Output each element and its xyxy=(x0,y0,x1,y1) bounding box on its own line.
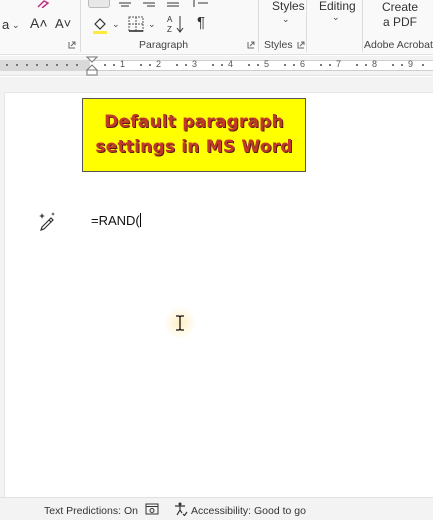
ruler-tick xyxy=(221,64,223,66)
ruler-number: 4 xyxy=(228,59,234,69)
ruler-tick xyxy=(113,64,115,66)
svg-text:A: A xyxy=(167,15,173,24)
ruler-number: 5 xyxy=(264,59,270,69)
svg-text:Z: Z xyxy=(167,25,172,34)
ruler-number: 9 xyxy=(408,59,414,69)
ribbon: a ⌄ A˄ A˅ ⌄ ⌄ AZ ¶ Paragraph Styles ⌄ St… xyxy=(0,0,433,55)
title-line-1: Default paragraph xyxy=(104,111,284,132)
formula-line[interactable]: =RAND( xyxy=(91,213,141,228)
chevron-down-icon[interactable]: ⌄ xyxy=(148,20,156,29)
ruler-tick xyxy=(248,64,250,66)
ribbon-separator xyxy=(258,0,259,52)
ibeam-cursor-icon xyxy=(176,315,184,331)
sort-icon[interactable]: AZ xyxy=(167,14,185,34)
formula-text: =RAND( xyxy=(91,213,140,228)
ruler-tick xyxy=(104,64,106,66)
accessibility-status[interactable]: Accessibility: Good to go xyxy=(191,505,306,517)
ruler-number: 7 xyxy=(336,59,342,69)
ribbon-separator xyxy=(362,0,363,52)
borders-icon[interactable] xyxy=(128,16,144,32)
ribbon-separator xyxy=(80,0,81,52)
grow-font-button[interactable]: A˄ xyxy=(30,16,48,30)
chevron-down-icon[interactable]: ⌄ xyxy=(12,21,20,30)
title-text-box[interactable]: Default paragraph settings in MS Word xyxy=(82,98,306,172)
copilot-draft-pen-icon[interactable] xyxy=(38,211,56,231)
mouse-cursor-highlight xyxy=(165,306,195,340)
highlight-pen-icon[interactable] xyxy=(36,0,50,8)
adobe-acrobat-group-label: Adobe Acrobat xyxy=(364,39,433,51)
ruler-tick xyxy=(320,64,322,66)
title-line-2: settings in MS Word xyxy=(95,137,293,157)
ruler-tick xyxy=(185,64,187,66)
ruler-tick xyxy=(26,64,28,66)
shrink-font-button[interactable]: A˅ xyxy=(55,17,71,30)
text-caret xyxy=(139,213,141,227)
indent-marker-icon[interactable] xyxy=(86,56,98,76)
chevron-down-icon[interactable]: ⌄ xyxy=(112,20,120,29)
chevron-down-icon[interactable]: ⌄ xyxy=(332,13,340,22)
status-bar: Text Predictions: On Accessibility: Good… xyxy=(0,497,433,520)
ruler-tick xyxy=(293,64,295,66)
ruler-tick xyxy=(365,64,367,66)
ruler-tick xyxy=(176,64,178,66)
ruler-tick xyxy=(356,64,358,66)
ruler-number: 6 xyxy=(300,59,306,69)
ruler-tick xyxy=(422,64,424,66)
ruler-tick xyxy=(257,64,259,66)
styles-button[interactable]: Styles xyxy=(272,0,305,12)
horizontal-ruler[interactable]: 1 2 3 4 5 6 7 8 9 xyxy=(0,56,433,76)
ruler-tick xyxy=(401,64,403,66)
ruler-tick xyxy=(329,64,331,66)
ruler-tick xyxy=(149,64,151,66)
dialog-launcher-icon[interactable] xyxy=(68,41,76,49)
paragraph-group-label: Paragraph xyxy=(139,39,189,51)
create-pdf-label-1[interactable]: Create xyxy=(382,1,418,13)
styles-group-label: Styles xyxy=(264,39,293,51)
ruler-number: 1 xyxy=(120,59,126,69)
ruler-tick xyxy=(36,64,38,66)
line-spacing-icon[interactable] xyxy=(192,0,210,8)
create-pdf-label-2[interactable]: a PDF xyxy=(383,16,417,28)
ruler-tick xyxy=(16,64,18,66)
align-right-icon[interactable] xyxy=(142,0,156,8)
shading-bucket-icon[interactable] xyxy=(92,16,108,34)
dialog-launcher-icon[interactable] xyxy=(247,41,255,49)
ruler-tick xyxy=(66,64,68,66)
ruler-tick xyxy=(392,64,394,66)
ruler-tick xyxy=(46,64,48,66)
ruler-number: 3 xyxy=(192,59,198,69)
focus-mode-icon[interactable] xyxy=(145,503,159,515)
editing-button[interactable]: Editing xyxy=(319,0,356,12)
ruler-tick xyxy=(6,64,8,66)
chevron-down-icon[interactable]: ⌄ xyxy=(282,15,290,24)
text-predictions-status[interactable]: Text Predictions: On xyxy=(44,505,138,517)
ruler-number: 8 xyxy=(372,59,378,69)
ruler-tick xyxy=(140,64,142,66)
ruler-tick xyxy=(284,64,286,66)
ruler-number: 2 xyxy=(156,59,162,69)
ribbon-separator xyxy=(306,0,307,52)
align-left-button[interactable] xyxy=(88,0,110,8)
ruler-tick xyxy=(76,64,78,66)
dialog-launcher-icon[interactable] xyxy=(297,41,305,49)
ruler-tick xyxy=(212,64,214,66)
ruler-tick xyxy=(56,64,58,66)
font-name-partial[interactable]: a xyxy=(2,18,9,31)
accessibility-icon[interactable] xyxy=(174,502,188,516)
show-formatting-pilcrow[interactable]: ¶ xyxy=(197,15,205,30)
align-center-icon[interactable] xyxy=(118,0,132,8)
justify-icon[interactable] xyxy=(166,0,180,8)
